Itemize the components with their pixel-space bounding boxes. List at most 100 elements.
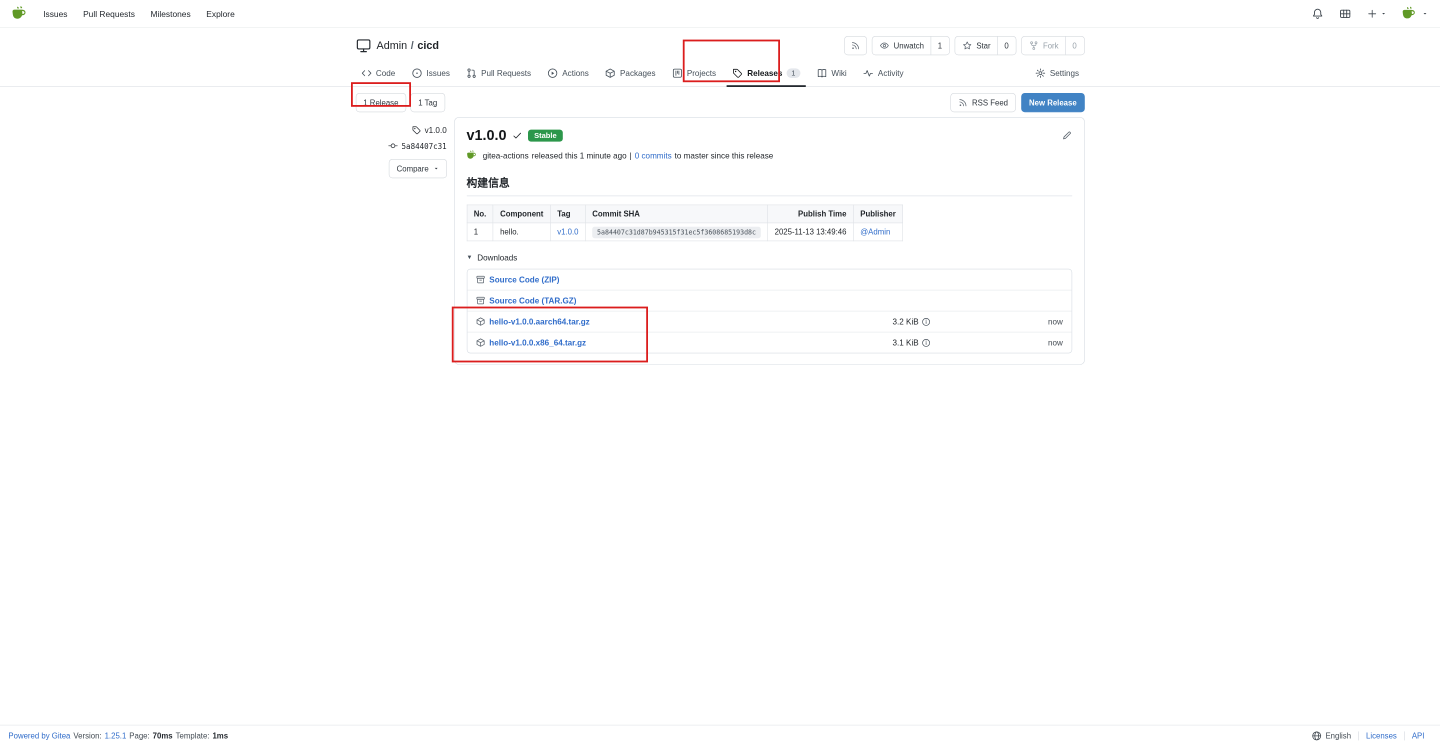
play-icon xyxy=(548,68,558,78)
tags-filter-button[interactable]: 1 Tag xyxy=(410,93,445,113)
settings-gear-icon xyxy=(1035,68,1045,78)
avatar[interactable] xyxy=(466,149,479,161)
api-link[interactable]: API xyxy=(1412,731,1425,740)
tab-code[interactable]: Code xyxy=(356,62,401,87)
source-targz-link[interactable]: Source Code (TAR.GZ) xyxy=(489,296,576,305)
asset-x86-link[interactable]: hello-v1.0.0.x86_64.tar.gz xyxy=(489,338,586,347)
repo-name-link[interactable]: cicd xyxy=(417,39,439,52)
col-tag: Tag xyxy=(550,204,586,224)
top-navbar: Issues Pull Requests Milestones Explore xyxy=(0,0,1440,28)
gitea-logo-icon[interactable] xyxy=(12,5,30,23)
tab-label: Pull Requests xyxy=(481,68,532,78)
info-icon[interactable] xyxy=(922,338,931,347)
user-menu[interactable] xyxy=(1402,5,1428,22)
star-count[interactable]: 0 xyxy=(997,36,1009,55)
rss-icon xyxy=(959,99,967,107)
asset-aarch64-link[interactable]: hello-v1.0.0.aarch64.tar.gz xyxy=(489,317,589,326)
source-zip-link[interactable]: Source Code (ZIP) xyxy=(489,275,559,284)
downloads-toggle[interactable]: ▼ Downloads xyxy=(467,253,1072,262)
asset-time: now xyxy=(1048,338,1063,348)
compare-button[interactable]: Compare xyxy=(388,159,447,179)
language-selector[interactable]: English xyxy=(1304,731,1358,741)
create-new-menu[interactable] xyxy=(1367,8,1387,19)
releases-filter-button[interactable]: 1 Release xyxy=(355,93,407,113)
repo-header: Admin / cicd Unwatch 1 Star 0 Fork 0 Cod… xyxy=(0,27,1440,88)
rss-button[interactable] xyxy=(844,36,868,56)
admin-panel-icon[interactable] xyxy=(1339,8,1351,20)
notifications-bell-icon[interactable] xyxy=(1312,8,1324,20)
download-row: hello-v1.0.0.aarch64.tar.gz 3.2 KiB now xyxy=(467,310,1072,332)
tab-pull-requests[interactable]: Pull Requests xyxy=(461,62,537,87)
asset-size: 3.2 KiB xyxy=(892,317,919,327)
unwatch-button[interactable]: Unwatch 1 xyxy=(872,36,950,56)
powered-by-link[interactable]: Powered by Gitea xyxy=(8,731,70,740)
downloads-section: ▼ Downloads Source Code (ZIP) Source Cod… xyxy=(466,253,1072,354)
package-icon xyxy=(476,338,485,347)
tab-packages[interactable]: Packages xyxy=(600,62,661,87)
package-icon xyxy=(476,317,485,326)
tab-label: Issues xyxy=(426,68,450,78)
nav-milestones[interactable]: Milestones xyxy=(151,9,191,19)
col-component: Component xyxy=(492,204,551,224)
release-tag[interactable]: v1.0.0 xyxy=(356,125,447,135)
col-commit-sha: Commit SHA xyxy=(585,204,768,224)
tab-label: Code xyxy=(375,68,396,78)
commits-link[interactable]: 0 commits xyxy=(635,151,672,160)
tab-projects[interactable]: Projects xyxy=(666,62,721,87)
col-publish-time: Publish Time xyxy=(767,204,854,224)
tab-actions[interactable]: Actions xyxy=(542,62,594,87)
cell-publisher-link[interactable]: @Admin xyxy=(860,227,890,236)
edit-pencil-icon[interactable] xyxy=(1061,130,1072,141)
licenses-link[interactable]: Licenses xyxy=(1366,731,1397,740)
watch-count[interactable]: 1 xyxy=(930,36,942,55)
chevron-down-icon xyxy=(434,167,438,170)
globe-icon xyxy=(1312,731,1322,741)
fork-button[interactable]: Fork 0 xyxy=(1021,36,1085,56)
cell-commit-sha[interactable]: 5a84407c31d87b945315f31ec5f3608685193d8c xyxy=(592,226,761,239)
release-commit-sha: 5a84407c31 xyxy=(401,141,447,151)
tab-label: Settings xyxy=(1049,68,1080,78)
stable-badge: Stable xyxy=(528,129,563,142)
rss-feed-label: RSS Feed xyxy=(972,98,1009,108)
release-author[interactable]: gitea-actions xyxy=(483,151,529,160)
release-byline: gitea-actions released this 1 minute ago… xyxy=(466,149,1072,161)
version-link[interactable]: 1.25.1 xyxy=(105,731,127,740)
nav-explore[interactable]: Explore xyxy=(206,9,234,19)
tab-label: Wiki xyxy=(831,68,847,78)
release-commit[interactable]: 5a84407c31 xyxy=(356,141,447,151)
footer: Powered by Gitea Version: 1.25.1 Page: 7… xyxy=(0,725,1440,746)
fork-count[interactable]: 0 xyxy=(1065,36,1077,55)
repo-owner-link[interactable]: Admin xyxy=(377,39,408,52)
tab-activity[interactable]: Activity xyxy=(858,62,909,87)
tab-issues[interactable]: Issues xyxy=(406,62,455,87)
info-icon[interactable] xyxy=(922,317,931,326)
star-button[interactable]: Star 0 xyxy=(954,36,1017,56)
nav-pull-requests[interactable]: Pull Requests xyxy=(83,9,135,19)
download-row: hello-v1.0.0.x86_64.tar.gz 3.1 KiB now xyxy=(467,331,1072,353)
new-release-button[interactable]: New Release xyxy=(1021,93,1085,113)
book-icon xyxy=(817,69,827,78)
fork-label: Fork xyxy=(1042,41,1059,51)
tag-icon xyxy=(733,68,743,78)
build-info-heading: 构建信息 xyxy=(466,175,1072,197)
download-row: Source Code (ZIP) xyxy=(467,269,1071,289)
byline-separator: | xyxy=(629,150,632,160)
build-info-table: No. Component Tag Commit SHA Publish Tim… xyxy=(466,204,904,242)
downloads-list: Source Code (ZIP) Source Code (TAR.GZ) h… xyxy=(466,268,1072,354)
rss-feed-button[interactable]: RSS Feed xyxy=(950,93,1016,113)
tab-label: Releases xyxy=(747,68,783,78)
archive-icon xyxy=(476,275,485,284)
git-fork-icon xyxy=(1030,41,1038,50)
tab-releases[interactable]: Releases 1 xyxy=(726,62,806,87)
cell-tag-link[interactable]: v1.0.0 xyxy=(557,227,578,236)
tab-wiki[interactable]: Wiki xyxy=(811,62,852,87)
download-row: Source Code (TAR.GZ) xyxy=(467,289,1072,311)
plus-icon xyxy=(1368,9,1377,18)
nav-issues[interactable]: Issues xyxy=(43,9,67,19)
tab-settings[interactable]: Settings xyxy=(1029,62,1084,87)
project-icon xyxy=(672,68,682,78)
eye-icon xyxy=(880,42,889,49)
git-pull-request-icon xyxy=(467,68,476,78)
page: Issues Pull Requests Milestones Explore xyxy=(0,0,1440,746)
page-label: Page: xyxy=(129,731,150,741)
